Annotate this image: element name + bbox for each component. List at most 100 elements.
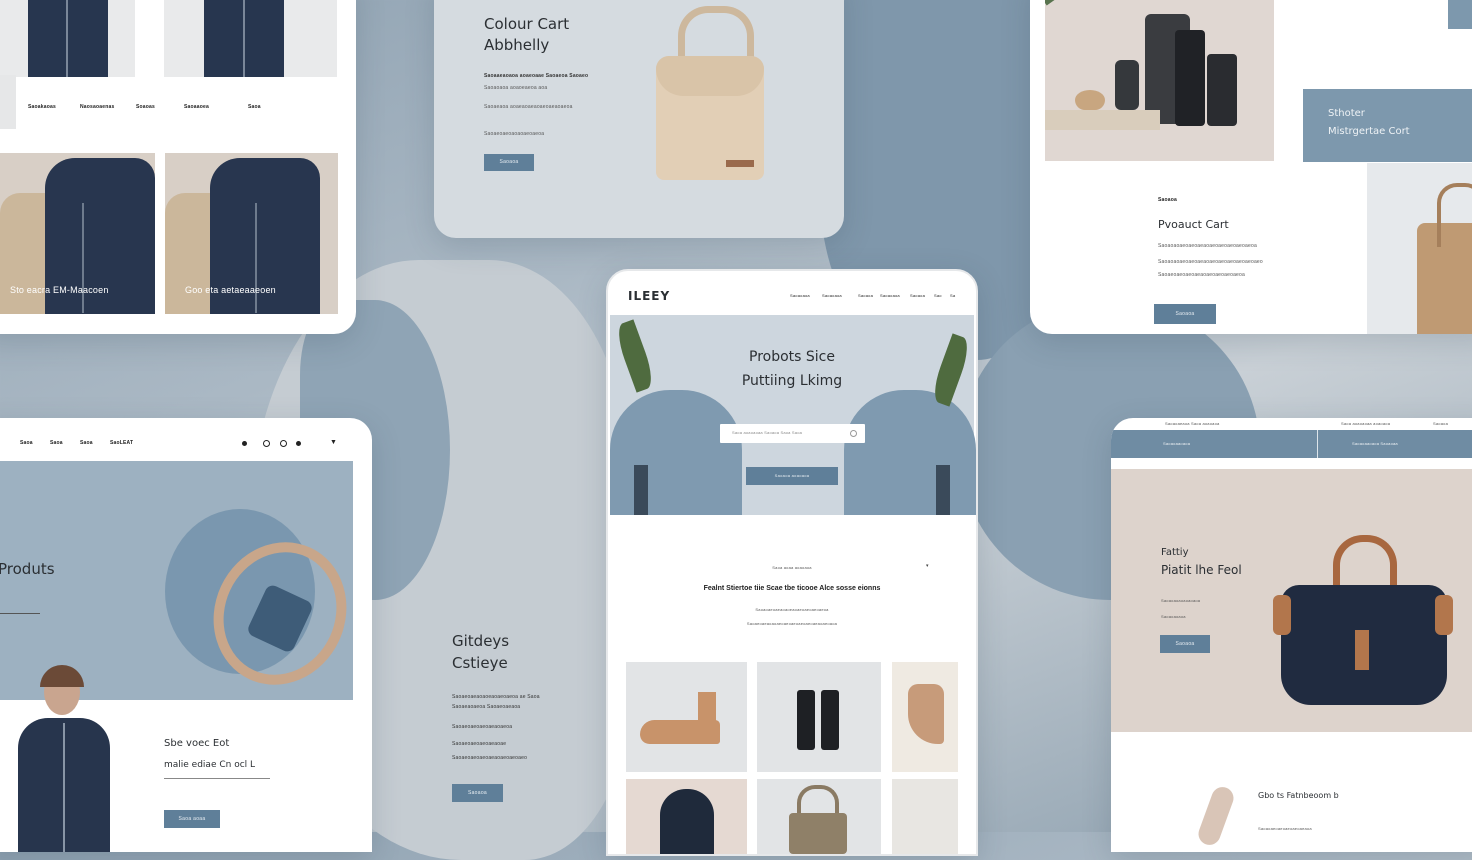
nav-item[interactable]: Saoa	[50, 440, 63, 446]
nav-item[interactable]: Saoa	[248, 104, 261, 110]
product-tile-shoe[interactable]	[626, 662, 747, 772]
kicker: Saoa aoaa aoaoaoa	[772, 565, 812, 570]
hero-title: Piatit lhe Feol	[1161, 563, 1242, 577]
body-line: Saoaoaoa aoaoeaeoa aoa	[484, 85, 548, 91]
body-line: Saoaeoaeaoaoeaoaeoaeoa ae Saoa	[452, 694, 540, 700]
product-photo-kitchen[interactable]	[1045, 0, 1274, 161]
hero-title: Produts	[0, 560, 55, 578]
card-kitchen: Sthoter Mistrgertae Cort Saoaoa Pvoauct …	[1030, 0, 1472, 334]
nav-item[interactable]: Saoakaoas	[28, 104, 56, 110]
user-icon[interactable]	[280, 440, 287, 447]
nav-item[interactable]: Saoa	[20, 440, 33, 446]
tab-item[interactable]: Saoaoaaoaoa	[1111, 430, 1318, 458]
body-line: Saoaeoaeoaeoaeaoaeoaeoaeoaeoa	[1158, 272, 1245, 278]
nav-item[interactable]: Naosaoaenas	[80, 104, 114, 110]
subtitle: Saoaaeaoaoa aoaeoaae Saoaeoa Saoaeo	[484, 73, 589, 79]
search-icon[interactable]	[850, 430, 857, 437]
side-tab	[0, 75, 16, 129]
nav-item[interactable]: Saoaoaoa	[790, 293, 810, 298]
dot-icon	[242, 441, 247, 446]
product-photo-coat[interactable]: Goo eta aetaeaaeoen	[165, 153, 338, 314]
nav-item[interactable]: Soaoas	[136, 104, 155, 110]
hero-title: Probots Sice	[749, 349, 835, 365]
divider	[164, 778, 270, 779]
shop-button[interactable]: Saoaoa	[1154, 304, 1216, 324]
shop-button[interactable]: Saoaoa	[1160, 635, 1210, 653]
product-photo-jacket[interactable]	[164, 0, 337, 77]
card-coats: Saoakaoas Naosaoaenas Soaoas Saoaaoea Sa…	[0, 0, 356, 334]
product-caption: Goo eta aetaeaaeoen	[185, 285, 276, 295]
product-caption: Sto eacra EM-Maacoen	[10, 285, 109, 295]
body-line: Saoaeoaeoaeoaeaoaeoa	[452, 724, 513, 730]
kicker: Fattiy	[1161, 547, 1189, 558]
person-photo[interactable]	[0, 663, 130, 852]
product-tile-boot[interactable]	[892, 662, 958, 772]
promo-title: Sbe voec Eot	[164, 738, 230, 749]
body-line: Saoaoaeoaeoaeoaeoaeaoa	[1258, 826, 1312, 831]
side-tab	[1448, 0, 1472, 29]
body-line: Saoaeoaeoaoaoaeoaeoa	[484, 131, 545, 137]
nav-item[interactable]: Saoaaoea	[184, 104, 209, 110]
body-line: Saoaoaoaeoaeoaeaoaeoaeoaeoaeoaeoa	[1158, 243, 1257, 249]
tool-photo[interactable]	[1195, 784, 1237, 848]
logo[interactable]: ILEEY	[628, 289, 670, 303]
nav-item[interactable]: Saoaoaoa	[880, 293, 900, 298]
topbar-item[interactable]: Saoa aoaoaoaa aoaoaoa	[1341, 421, 1390, 426]
promo-panel: Sthoter Mistrgertae Cort	[1303, 89, 1472, 162]
search-input[interactable]: Saoa aoaoaoaa Saoaoa Saoa Saoa	[720, 424, 865, 443]
tab-bar: Saoaoaaoaoa Saoaoaaoaoa Saoaoaa	[1111, 430, 1472, 458]
nav-item[interactable]: Saoaoa	[910, 293, 925, 298]
tab-item[interactable]: Saoaoaaoaoa Saoaoaa	[1318, 430, 1472, 458]
nav-item[interactable]: Saoaoaoa	[822, 293, 842, 298]
promo-subtitle: malie ediae Cn ocl L	[164, 760, 256, 770]
tab-label: Saoaoaaoaoa	[1163, 441, 1191, 446]
product-tile-bottles[interactable]	[757, 662, 881, 772]
leaf-icon	[928, 333, 974, 407]
body-line: Saoaoaeoaeaoaoeaoaeoaeoaeoaeoa	[755, 607, 829, 612]
side-panel	[1367, 163, 1472, 334]
card-tote: Saoaoaeaoa Saoa aoaoaoa Saoa aoaoaoaa ao…	[1111, 418, 1472, 852]
nav-item[interactable]: Sa	[950, 293, 955, 298]
nav-item[interactable]: Saoa	[80, 440, 93, 446]
body-line: Saoaeoaeoaeoaeaoae	[452, 741, 507, 747]
promo-subtitle: Mistrgertae Cort	[1328, 126, 1410, 137]
product-photo-coat[interactable]: Sto eacra EM-Maacoen	[0, 153, 155, 314]
kicker: Saoaoa	[1158, 197, 1177, 203]
section-title: Gbo ts Fatnbeoom b	[1258, 791, 1339, 800]
tab-label: Saoaoaaoaoa Saoaoaa	[1352, 441, 1398, 446]
body-line: Saoaoaoaoa	[1161, 614, 1186, 619]
product-bag-illustration[interactable]	[656, 0, 766, 180]
hero-subtitle: Puttiing Lkimg	[741, 373, 843, 389]
search-icon[interactable]	[263, 440, 270, 447]
search-placeholder: Saoa aoaoaoaa Saoaoa Saoa Saoa	[732, 430, 803, 435]
product-tile-backpack[interactable]	[626, 779, 747, 854]
body-line: Saoaeaoa aoaeaoaeaoaeoaeaoaeoa	[484, 104, 573, 110]
shop-button[interactable]: Saoaoa	[484, 154, 534, 171]
product-tote-illustration[interactable]	[1273, 535, 1453, 715]
shop-button[interactable]: Saoa aoaa	[164, 810, 220, 828]
topbar-item[interactable]: Saoaoa	[1433, 421, 1448, 426]
section-title: Gitdeys	[452, 632, 510, 650]
heart-icon[interactable]	[296, 441, 301, 446]
nav-item[interactable]: Saoaoa	[858, 293, 873, 298]
product-photo-jacket[interactable]	[0, 0, 135, 77]
product-tile[interactable]	[892, 779, 958, 854]
body-line: Saoaoaoaoaoaoaoa	[1161, 598, 1201, 603]
card-products: Saoa Saoa Saoa SaoLEAT ▼ Produts Sbe voe…	[0, 418, 372, 852]
cart-icon[interactable]: ▼	[330, 439, 337, 446]
nav-item[interactable]: SaoLEAT	[110, 440, 133, 446]
body-line: Saoaoaoaeoaeoaeaoaeoaeoaeoaeoaeoaeo	[1158, 259, 1263, 265]
section-title: Fealnt Stiertoe tiie Scae tbe ticooe Alc…	[703, 585, 881, 592]
close-icon[interactable]: ▾	[926, 563, 929, 569]
page-title: Abbhelly	[484, 36, 550, 54]
shop-button[interactable]: Saoaoa	[452, 784, 503, 802]
product-tile-handbag[interactable]	[757, 779, 881, 854]
hero-cta-button[interactable]: Saoaoa aoaoaoa	[746, 467, 838, 485]
nav-item[interactable]: Sao	[934, 293, 942, 298]
divider	[0, 613, 40, 614]
body-line: Saoaeoaeoaeoaeaoaeoaeoaeo	[452, 755, 528, 761]
section-title: Pvoauct Cart	[1158, 218, 1229, 231]
topbar-item[interactable]: Saoaoaeaoa Saoa aoaoaoa	[1165, 421, 1219, 426]
page-title: Colour Cart	[484, 15, 570, 33]
phone-mockup: ILEEY Saoaoaoa Saoaoaoa Saoaoa Saoaoaoa …	[606, 269, 978, 856]
